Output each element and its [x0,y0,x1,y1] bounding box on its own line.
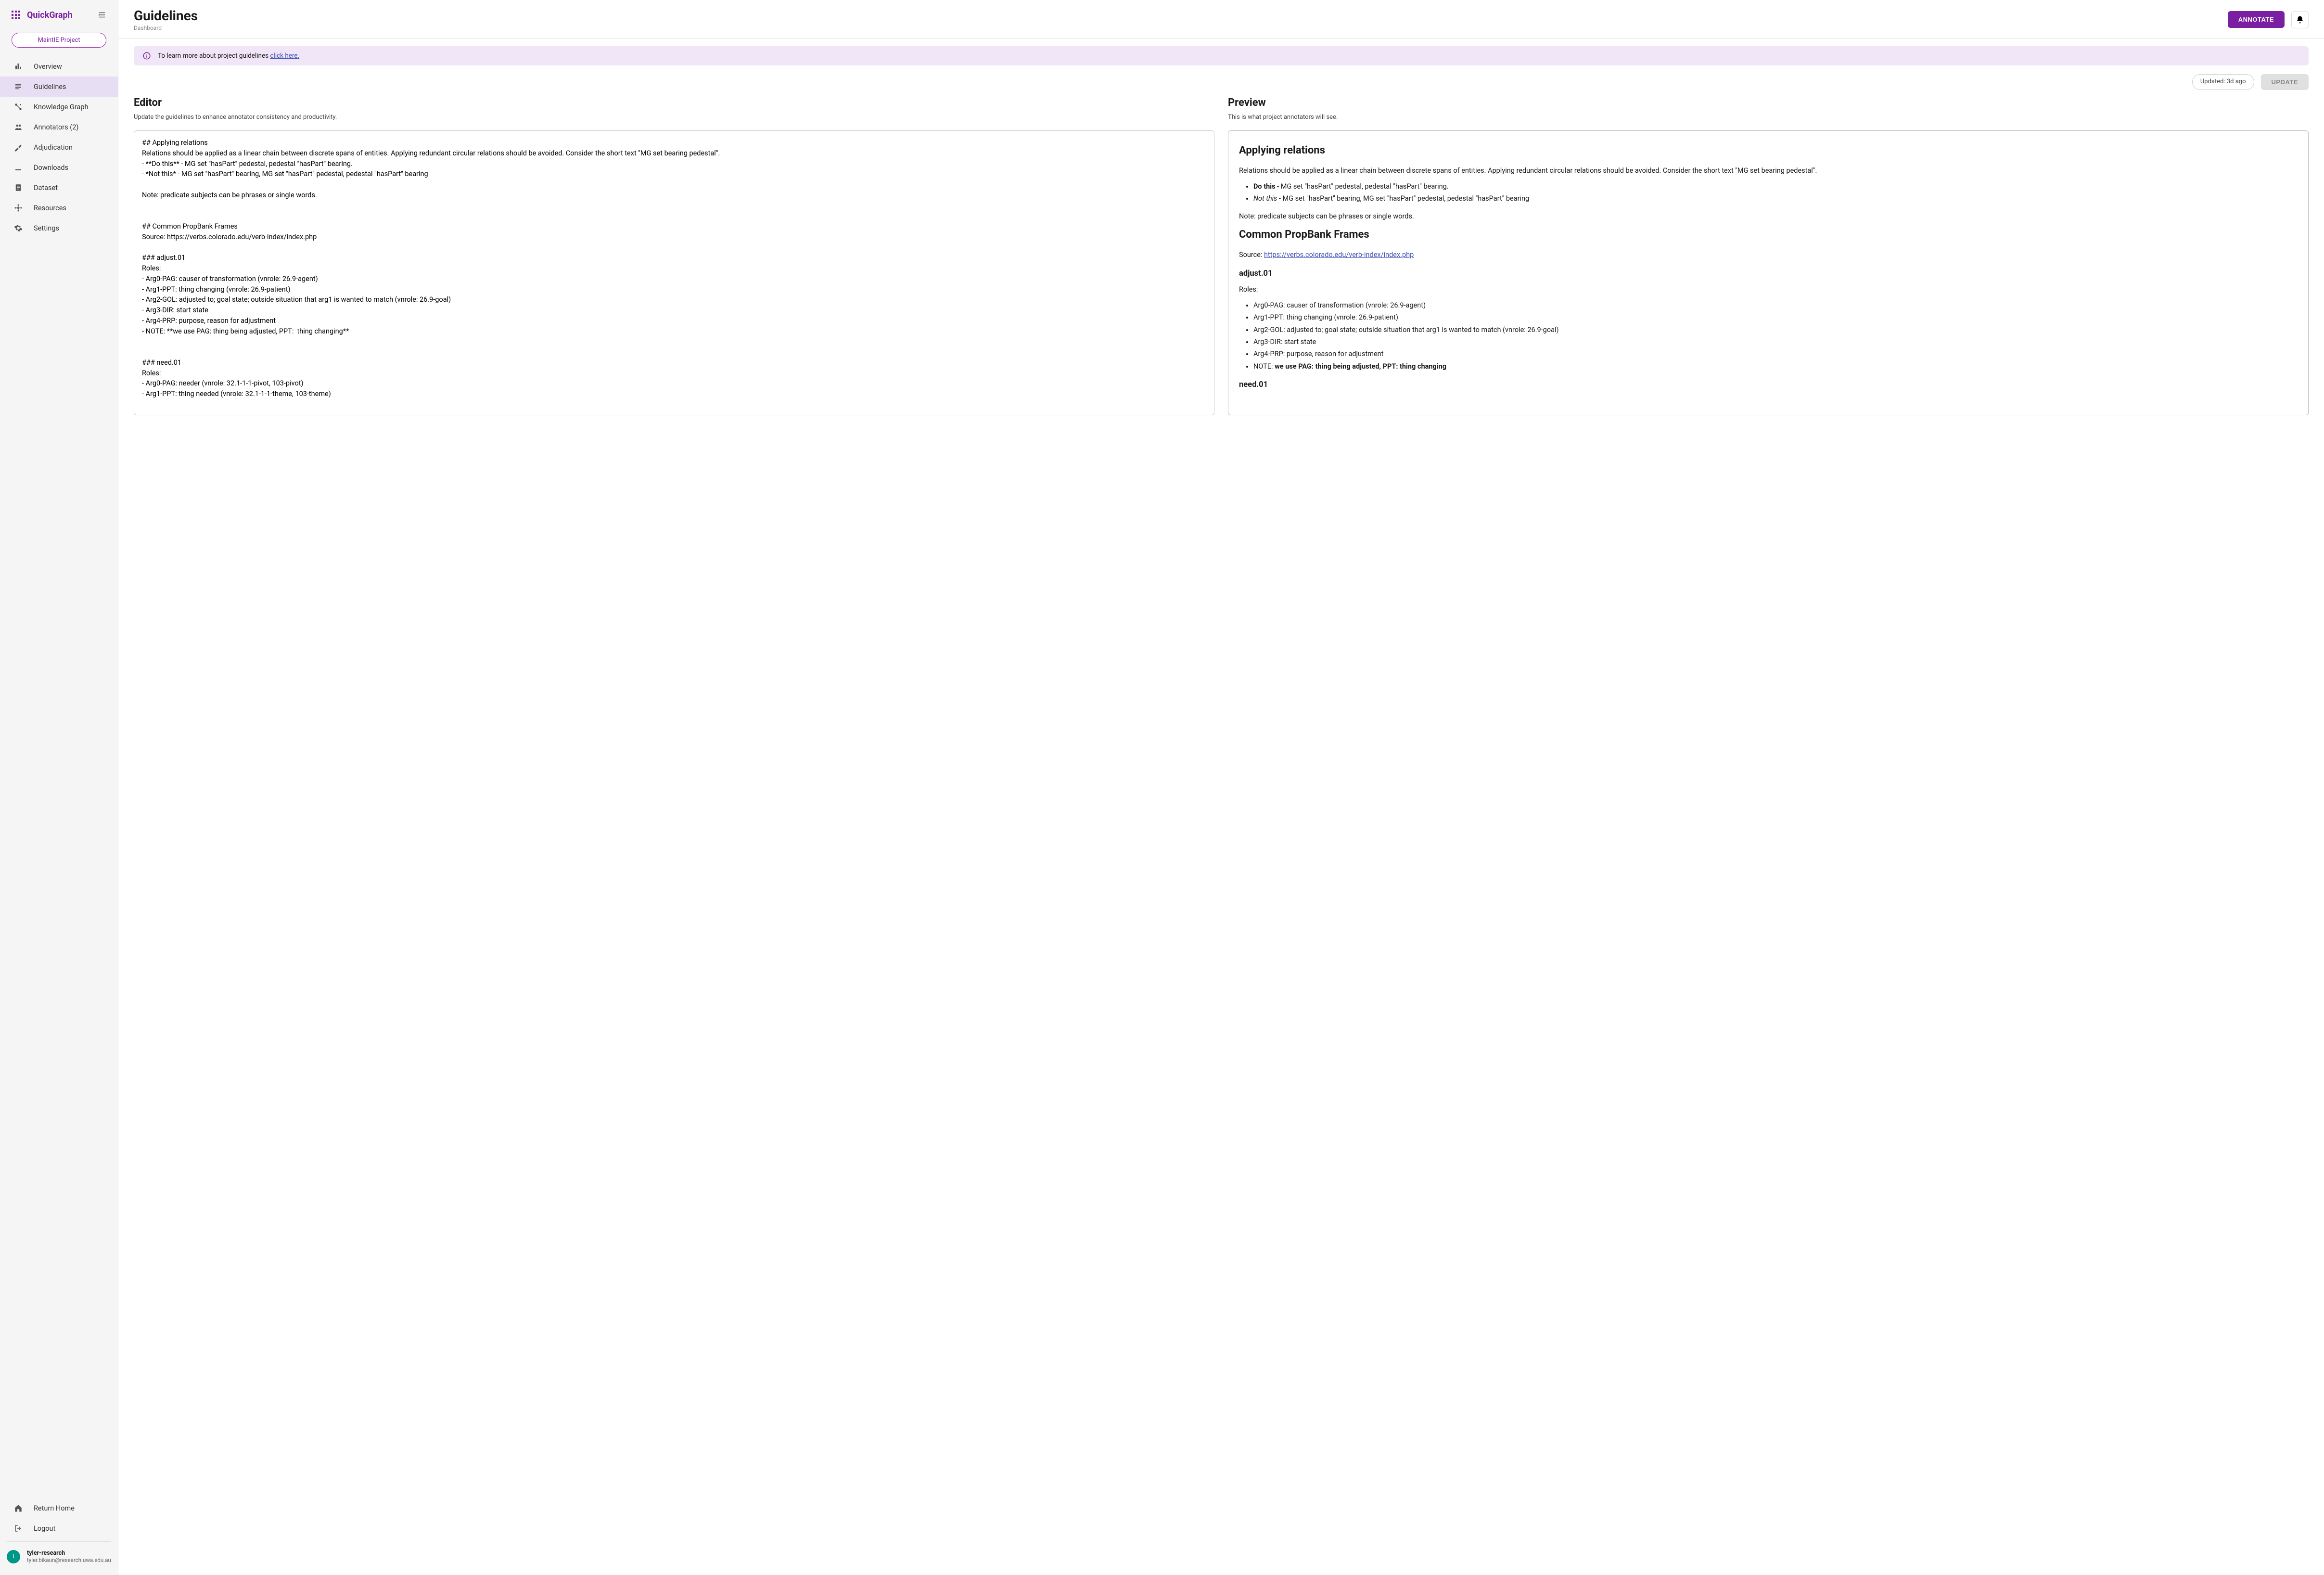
guidelines-editor[interactable] [134,130,1214,415]
sidebar-item-guidelines[interactable]: Guidelines [0,77,118,97]
sidebar-nav: Overview Guidelines Knowledge Graph Anno… [0,56,118,1493]
topbar: Guidelines Dashboard ANNOTATE [118,0,2324,38]
toolbar-row: Updated: 3d ago UPDATE [134,74,2309,90]
notifications-button[interactable] [2291,11,2309,28]
sidebar-item-label: Adjudication [34,143,73,152]
updated-chip: Updated: 3d ago [2192,74,2254,90]
sidebar-item-return-home[interactable]: Return Home [0,1498,118,1518]
collapse-sidebar-button[interactable] [96,9,108,21]
sidebar-item-settings[interactable]: Settings [0,218,118,238]
divider [7,1541,111,1542]
sidebar-item-label: Knowledge Graph [34,103,88,111]
list-item: Arg0-PAG: causer of transformation (vnro… [1253,300,2298,311]
avatar: t [7,1550,20,1563]
sidebar-item-overview[interactable]: Overview [0,56,118,77]
bell-icon [2296,15,2304,24]
sidebar-item-label: Dataset [34,184,58,192]
project-chip[interactable]: MaintIE Project [12,33,106,48]
user-block[interactable]: t tyler-research tyler.bikaun@research.u… [0,1545,118,1570]
list-item: Arg3-DIR: start state [1253,337,2298,347]
list-item: Not this - MG set "hasPart" bearing, MG … [1253,193,2298,204]
sidebar-item-label: Guidelines [34,83,66,91]
source-link[interactable]: https://verbs.colorado.edu/verb-index/in… [1264,251,1414,259]
brand-text: QuickGraph [27,10,73,20]
annotate-button[interactable]: ANNOTATE [2228,11,2285,28]
page-title: Guidelines [134,8,198,24]
preview-h2-propbank: Common PropBank Frames [1239,227,2298,243]
sidebar-item-logout[interactable]: Logout [0,1518,118,1538]
preview-source: Source: https://verbs.colorado.edu/verb-… [1239,250,2298,260]
editor-heading: Editor [134,97,1214,109]
logout-icon [13,1524,23,1533]
gear-icon [13,223,23,233]
sidebar-item-label: Logout [34,1524,55,1533]
bar-chart-icon [13,62,23,71]
preview-note1: Note: predicate subjects can be phrases … [1239,211,2298,222]
sidebar-item-dataset[interactable]: Dataset [0,178,118,198]
info-icon [142,51,151,60]
text-lines-icon [13,82,23,91]
sidebar-bottom: Return Home Logout t tyler-research tyle… [0,1493,118,1575]
apps-icon [12,11,20,19]
info-banner: To learn more about project guidelines c… [134,46,2309,65]
banner-text: To learn more about project guidelines c… [158,52,299,60]
update-button[interactable]: UPDATE [2261,74,2309,90]
preview-h3-need: need.01 [1239,379,2298,391]
preview-box: Applying relations Relations should be a… [1228,130,2309,415]
graph-icon [13,102,23,112]
sidebar-item-resources[interactable]: Resources [0,198,118,218]
sidebar-item-label: Resources [34,204,66,212]
download-icon [13,163,23,172]
main: Guidelines Dashboard ANNOTATE To learn m… [118,0,2324,1575]
list-item: Arg1-PPT: thing changing (vnrole: 26.9-p… [1253,312,2298,323]
sidebar-item-label: Return Home [34,1504,75,1512]
sidebar-item-label: Settings [34,224,59,232]
breadcrumb[interactable]: Dashboard [134,25,198,31]
preview-col: Preview This is what project annotators … [1228,97,2309,415]
adjust-roles-list: Arg0-PAG: causer of transformation (vnro… [1239,300,2298,372]
sidebar-item-label: Overview [34,63,62,71]
sidebar-item-label: Annotators (2) [34,123,78,131]
sidebar-item-adjudication[interactable]: Adjudication [0,137,118,157]
sidebar: QuickGraph MaintIE Project Overview Guid… [0,0,118,1575]
gavel-icon [13,142,23,152]
preview-p-applying: Relations should be applied as a linear … [1239,166,2298,176]
sidebar-item-downloads[interactable]: Downloads [0,157,118,178]
hub-icon [13,203,23,213]
sidebar-item-label: Downloads [34,164,68,172]
user-email: tyler.bikaun@research.uwa.edu.au [27,1557,111,1563]
list-item: Arg4-PRP: purpose, reason for adjustment [1253,349,2298,359]
list-item: Arg2-GOL: adjusted to; goal state; outsi… [1253,325,2298,335]
content: To learn more about project guidelines c… [118,38,2324,1575]
preview-roles-label: Roles: [1239,284,2298,295]
preview-subtext: This is what project annotators will see… [1228,114,2309,121]
sidebar-header: QuickGraph [0,0,118,30]
preview-h2-applying: Applying relations [1239,142,2298,159]
banner-link[interactable]: click here. [270,52,299,60]
home-icon [13,1503,23,1513]
people-icon [13,122,23,132]
sidebar-item-knowledge-graph[interactable]: Knowledge Graph [0,97,118,117]
editor-subtext: Update the guidelines to enhance annotat… [134,114,1214,121]
preview-heading: Preview [1228,97,2309,109]
preview-h3-adjust: adjust.01 [1239,268,2298,280]
brand[interactable]: QuickGraph [12,10,73,20]
sidebar-item-annotators[interactable]: Annotators (2) [0,117,118,137]
editor-col: Editor Update the guidelines to enhance … [134,97,1214,415]
two-col: Editor Update the guidelines to enhance … [134,97,2309,415]
list-item: NOTE: we use PAG: thing being adjusted, … [1253,361,2298,372]
user-name: tyler-research [27,1549,111,1557]
list-item: Do this - MG set "hasPart" pedestal, ped… [1253,181,2298,192]
document-icon [13,183,23,192]
